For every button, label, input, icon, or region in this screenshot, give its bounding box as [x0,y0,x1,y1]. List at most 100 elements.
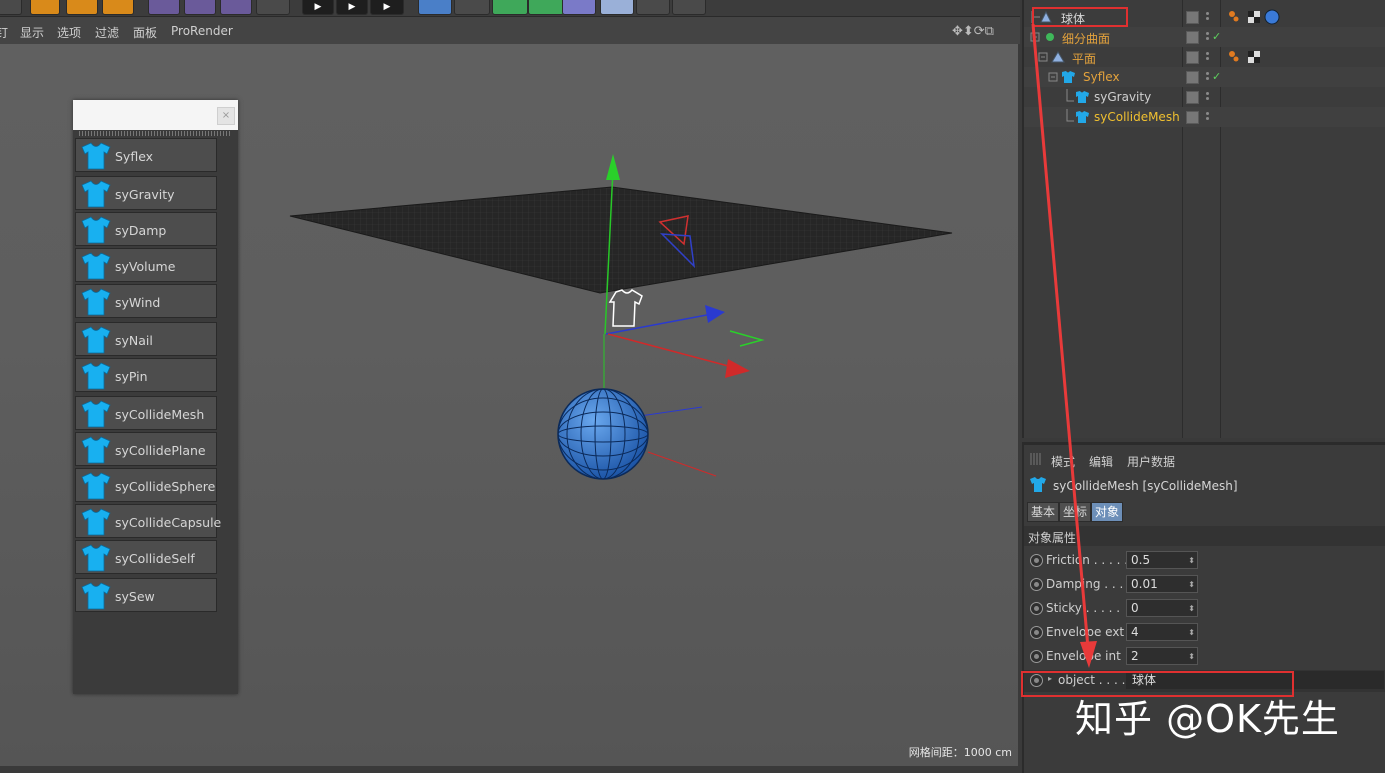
shirt-icon [81,180,111,208]
deformer-button[interactable] [562,0,596,15]
spinner-icon[interactable]: ⬍ [1188,625,1195,641]
tool-sycollidecapsule[interactable]: syCollideCapsule [75,504,221,538]
tool-sygravity[interactable]: syGravity [75,176,217,210]
visibility-dots-icon[interactable] [1206,32,1209,35]
visibility-dots-icon[interactable] [1206,12,1209,15]
viewport-nav-icons[interactable]: ✥⬍⟳⧉ [950,22,1018,38]
animate-radio-icon[interactable] [1030,650,1043,663]
object-row-sygravity[interactable]: syGravity [1024,87,1385,107]
spinner-icon[interactable]: ⬍ [1188,577,1195,593]
tool-sysew[interactable]: sySew [75,578,217,612]
menu-filter[interactable]: 过滤 [95,24,119,41]
spinner-icon[interactable]: ⬍ [1188,649,1195,665]
layer-icon[interactable] [1186,11,1199,24]
shirt-icon [81,326,111,354]
palette-header[interactable]: × [73,100,238,130]
sticky-field[interactable]: 0 ⬍ [1126,599,1198,617]
menu-panel[interactable]: 面板 [133,24,157,41]
tool-sydamp[interactable]: syDamp [75,212,217,246]
param-friction: Friction . . . . . 0.5 ⬍ [1024,550,1385,572]
layer-icon[interactable] [1186,71,1199,84]
animate-radio-icon[interactable] [1030,578,1043,591]
x-axis-handle [725,359,750,378]
animate-radio-icon[interactable] [1030,626,1043,639]
array-button[interactable] [528,0,564,15]
cube-tool-button[interactable] [30,0,60,15]
object-row-syflex[interactable]: Syflex ✓ [1024,67,1385,87]
object-name: 细分曲面 [1062,32,1111,46]
render-picture-viewer-button[interactable]: ▶ [336,0,368,15]
menu-display[interactable]: 显示 [20,24,44,41]
camera-button[interactable] [636,0,670,15]
layer-icon[interactable] [1186,111,1199,124]
close-icon[interactable]: × [217,107,235,125]
move-tool-button[interactable] [0,0,22,15]
layer-icon[interactable] [1186,91,1199,104]
tool-sycollideself[interactable]: syCollideSelf [75,540,217,574]
tab-object[interactable]: 对象 [1091,502,1124,522]
menu-user-data[interactable]: 用户数据 [1127,453,1175,470]
light-button[interactable] [672,0,706,15]
menu-edit[interactable]: 编辑 [1089,453,1113,470]
damping-field[interactable]: 0.01 ⬍ [1126,575,1198,593]
object-row-subdivision-surface[interactable]: 细分曲面 ✓ [1024,27,1385,47]
object-tags[interactable] [1226,48,1266,66]
tool-syflex[interactable]: Syflex [75,138,217,172]
y-axis-button[interactable] [184,0,216,15]
param-label: Envelope int [1046,649,1121,663]
palette-drag-handle[interactable] [79,131,232,136]
menu-options[interactable]: 选项 [57,24,81,41]
tool-syvolume[interactable]: syVolume [75,248,217,282]
menu-prorender[interactable]: ProRender [171,24,233,38]
enabled-check-icon[interactable]: ✓ [1212,30,1221,43]
layer-icon[interactable] [1186,51,1199,64]
floor-button[interactable] [600,0,634,15]
subdivision-surface-button[interactable] [492,0,528,15]
visibility-dots-icon[interactable] [1206,72,1209,75]
spinner-icon[interactable]: ⬍ [1188,553,1195,569]
object-row-plane[interactable]: 平面 [1024,47,1385,67]
grid-spacing-readout: 网格间距：1000 cm [908,746,1012,759]
object-tags[interactable] [1226,8,1286,26]
param-label: Damping . . . [1046,577,1124,591]
animate-radio-icon[interactable] [1030,554,1043,567]
tool-sycollideplane[interactable]: syCollidePlane [75,432,217,466]
layer-icon[interactable] [1186,31,1199,44]
render-settings-button[interactable]: ▶ [370,0,404,15]
tool-label: syPin [115,369,148,384]
tab-coord[interactable]: 坐标 [1059,502,1092,522]
object-name: Syflex [1083,70,1120,84]
menu-mode[interactable]: 模式 [1051,453,1075,470]
rotate-tool-button[interactable] [66,0,98,15]
z-axis-button[interactable] [220,0,252,15]
tool-label: syDamp [115,223,167,238]
tool-label: syCollideMesh [115,407,205,422]
tool-label: syCollideSphere [115,479,216,494]
friction-field[interactable]: 0.5 ⬍ [1126,551,1198,569]
x-axis-button[interactable] [148,0,180,15]
scale-tool-button[interactable] [102,0,134,15]
enabled-check-icon[interactable]: ✓ [1212,70,1221,83]
pen-spline-button[interactable] [454,0,490,15]
visibility-dots-icon[interactable] [1206,92,1209,95]
coordinate-system-button[interactable] [256,0,290,15]
object-row-sycollidemesh[interactable]: syCollideMesh [1024,107,1385,127]
shirt-icon [81,472,111,500]
tool-sycollidesphere[interactable]: syCollideSphere [75,468,217,502]
visibility-dots-icon[interactable] [1206,52,1209,55]
tool-synail[interactable]: syNail [75,322,217,356]
menu-camera[interactable]: 钉 [0,24,8,41]
envelope-ext-field[interactable]: 4 ⬍ [1126,623,1198,641]
tab-basic[interactable]: 基本 [1027,502,1060,522]
shirt-icon [81,362,111,390]
envelope-int-field[interactable]: 2 ⬍ [1126,647,1198,665]
tool-sywind[interactable]: syWind [75,284,217,318]
tool-label: syWind [115,295,161,310]
tool-sycollidemesh[interactable]: syCollideMesh [75,396,217,430]
render-view-button[interactable]: ▶ [302,0,334,15]
spinner-icon[interactable]: ⬍ [1188,601,1195,617]
cube-object-button[interactable] [418,0,452,15]
animate-radio-icon[interactable] [1030,602,1043,615]
tool-sypin[interactable]: syPin [75,358,217,392]
visibility-dots-icon[interactable] [1206,112,1209,115]
